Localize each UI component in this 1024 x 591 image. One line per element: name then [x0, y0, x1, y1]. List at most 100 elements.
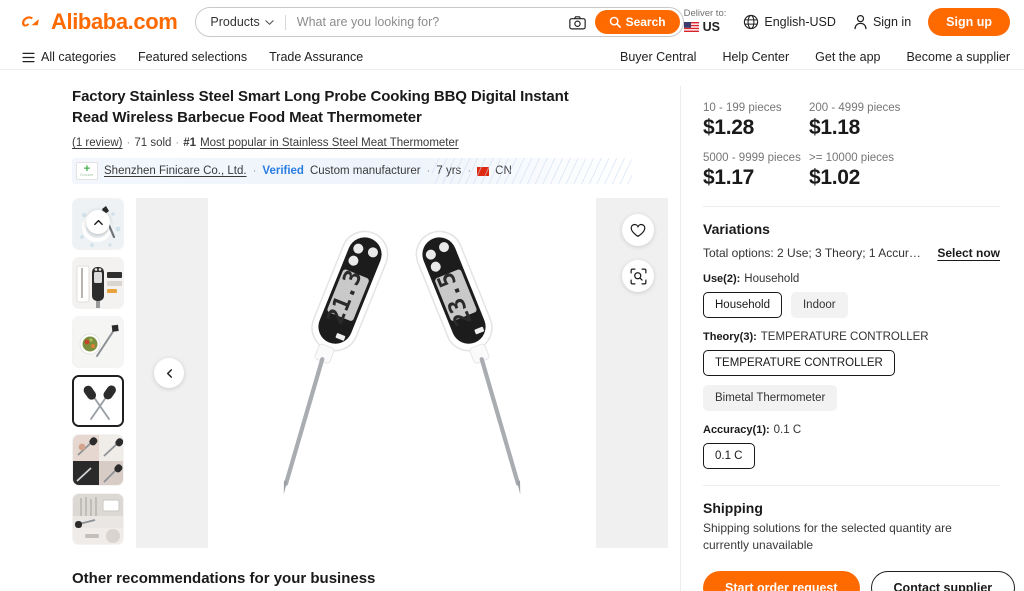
magnifier-icon [609, 16, 621, 28]
meta-separator-2: · [175, 137, 180, 149]
shipping-title: Shipping [703, 500, 763, 516]
chevron-left-icon [166, 368, 172, 378]
chip-indoor[interactable]: Indoor [790, 292, 848, 318]
thumbnail-scroll-up-button[interactable] [86, 210, 110, 234]
supplier-logo: + finicare [76, 162, 98, 180]
purchase-panel: 10 - 199 pieces 200 - 4999 pieces $1.28 … [680, 86, 1024, 591]
attribute-accuracy-name: Accuracy(1): [703, 424, 770, 436]
chevron-up-icon [93, 219, 103, 225]
all-categories-label: All categories [41, 50, 117, 64]
gallery-prev-button[interactable] [154, 358, 184, 388]
camera-icon[interactable] [568, 15, 586, 30]
attribute-use-header: Use(2): Household [703, 273, 1000, 285]
user-icon [854, 14, 867, 30]
thumbnail-list [72, 198, 124, 548]
attribute-accuracy-selected: 0.1 C [773, 424, 802, 436]
sold-count: 71 sold [134, 137, 172, 149]
search-category-select[interactable]: Products [210, 15, 274, 29]
supplier-row-pattern [432, 158, 632, 184]
attribute-use-options: Household Indoor [703, 292, 1000, 318]
supplier-separator-1: · [252, 165, 257, 177]
main-image-stage: 21.3 23.5 [136, 198, 668, 548]
verified-badge: Verified [262, 165, 304, 177]
search-input[interactable] [296, 15, 569, 29]
chip-temperature-controller[interactable]: TEMPERATURE CONTROLLER [703, 350, 895, 376]
sign-in-link[interactable]: Sign in [853, 14, 911, 30]
page-content: Factory Stainless Steel Smart Long Probe… [0, 70, 1024, 591]
cta-row: Start order request Contact supplier [703, 571, 1016, 591]
wishlist-button[interactable] [622, 214, 654, 246]
search-divider [284, 14, 286, 30]
thumbnail-food-probe[interactable] [72, 316, 124, 368]
contact-supplier-button[interactable]: Contact supplier [870, 571, 1016, 591]
thumbnail-kitchen-scene-image [73, 494, 123, 544]
image-tools [622, 214, 654, 292]
supplier-separator-3: · [467, 165, 472, 177]
supplier-country: CN [495, 165, 512, 177]
main-product-image[interactable]: 21.3 23.5 [208, 198, 596, 548]
total-options-row: Total options: 2 Use; 3 Theory; 1 Accura… [703, 246, 1000, 260]
thumbnail-usage-collage[interactable] [72, 434, 124, 486]
stage-right-panel [596, 198, 668, 548]
chevron-down-icon [265, 19, 274, 25]
hamburger-icon [22, 52, 35, 62]
deliver-to-selector[interactable]: Deliver to: US [683, 8, 726, 35]
search-button[interactable]: Search [594, 10, 680, 34]
search-button-label: Search [625, 15, 666, 29]
price-tier-grid: 10 - 199 pieces 200 - 4999 pieces $1.28 … [703, 102, 1000, 190]
supplier-logo-plus: + [83, 163, 91, 175]
supplier-name-link[interactable]: Shenzhen Finicare Co., Ltd. [104, 165, 247, 177]
thumbnail-crossed-thermometers[interactable] [72, 375, 124, 427]
alibaba-logo[interactable]: Alibaba.com [22, 9, 178, 35]
thumbnail-kitchen-scene[interactable] [72, 493, 124, 545]
price-tier-value: $1.28 [703, 116, 755, 139]
supplier-logo-label: finicare [80, 173, 94, 177]
supplier-years: 7 yrs [436, 165, 462, 177]
language-currency-selector[interactable]: English-USD [743, 14, 836, 30]
price-tier-range: >= 10000 pieces [809, 152, 895, 164]
review-count-link[interactable]: (1 review) [72, 137, 122, 149]
globe-icon [744, 14, 759, 30]
search-bar[interactable]: Products Search [195, 7, 684, 37]
price-tier-value: $1.02 [809, 166, 861, 189]
attribute-use: Use(2): Household Household Indoor [703, 273, 1000, 318]
thumbnail-probe-packaging-image [73, 258, 123, 308]
select-now-link[interactable]: Select now [937, 246, 1000, 260]
nav-item-get-the-app[interactable]: Get the app [815, 50, 880, 64]
nav-item-featured-selections[interactable]: Featured selections [138, 50, 247, 64]
product-meta-row: (1 review) · 71 sold · #1 Most popular i… [72, 137, 668, 149]
sign-up-button[interactable]: Sign up [928, 8, 1010, 36]
supplier-type: Custom manufacturer [309, 165, 421, 177]
page-title: Factory Stainless Steel Smart Long Probe… [72, 88, 569, 126]
stage-left-panel [136, 198, 208, 548]
alibaba-logo-icon [22, 16, 39, 27]
total-options-text: Total options: 2 Use; 3 Theory; 1 Accura… [703, 246, 921, 260]
sidebar-item-all-categories[interactable]: All categories [22, 50, 116, 64]
panel-divider-2 [703, 485, 1000, 486]
rank-badge: #1 [183, 137, 197, 149]
nav-item-become-a-supplier[interactable]: Become a supplier [906, 50, 1010, 64]
nav-item-help-center[interactable]: Help Center [722, 50, 789, 64]
deliver-to-value: US [702, 20, 720, 35]
supplier-info-row[interactable]: + finicare Shenzhen Finicare Co., Ltd. ·… [72, 158, 632, 184]
attribute-accuracy: Accuracy(1): 0.1 C 0.1 C [703, 424, 1000, 469]
alibaba-logo-text: Alibaba.com [51, 9, 178, 34]
thumbnail-crossed-thermometers-image [74, 377, 122, 425]
search-category-label: Products [210, 15, 260, 29]
chip-accuracy-0-1c[interactable]: 0.1 C [703, 443, 755, 469]
other-recommendations-heading: Other recommendations for your business [72, 570, 376, 587]
thumbnail-probe-packaging[interactable] [72, 257, 124, 309]
magnify-view-icon [630, 268, 646, 284]
meta-separator-1: · [126, 137, 131, 149]
nav-item-trade-assurance[interactable]: Trade Assurance [269, 50, 363, 64]
rank-category-link[interactable]: Most popular in Stainless Steel Meat The… [200, 137, 459, 149]
start-order-request-button[interactable]: Start order request [703, 571, 860, 591]
attribute-use-selected: Household [744, 273, 800, 285]
variations-title: Variations [703, 221, 770, 237]
image-zoom-button[interactable] [622, 260, 654, 292]
nav-item-buyer-central[interactable]: Buyer Central [620, 50, 696, 64]
chip-bimetal-thermometer[interactable]: Bimetal Thermometer [703, 385, 838, 411]
thumbnail-food-probe-image [73, 317, 123, 367]
attribute-theory-selected: TEMPERATURE CONTROLLER [760, 331, 929, 343]
chip-household[interactable]: Household [703, 292, 782, 318]
